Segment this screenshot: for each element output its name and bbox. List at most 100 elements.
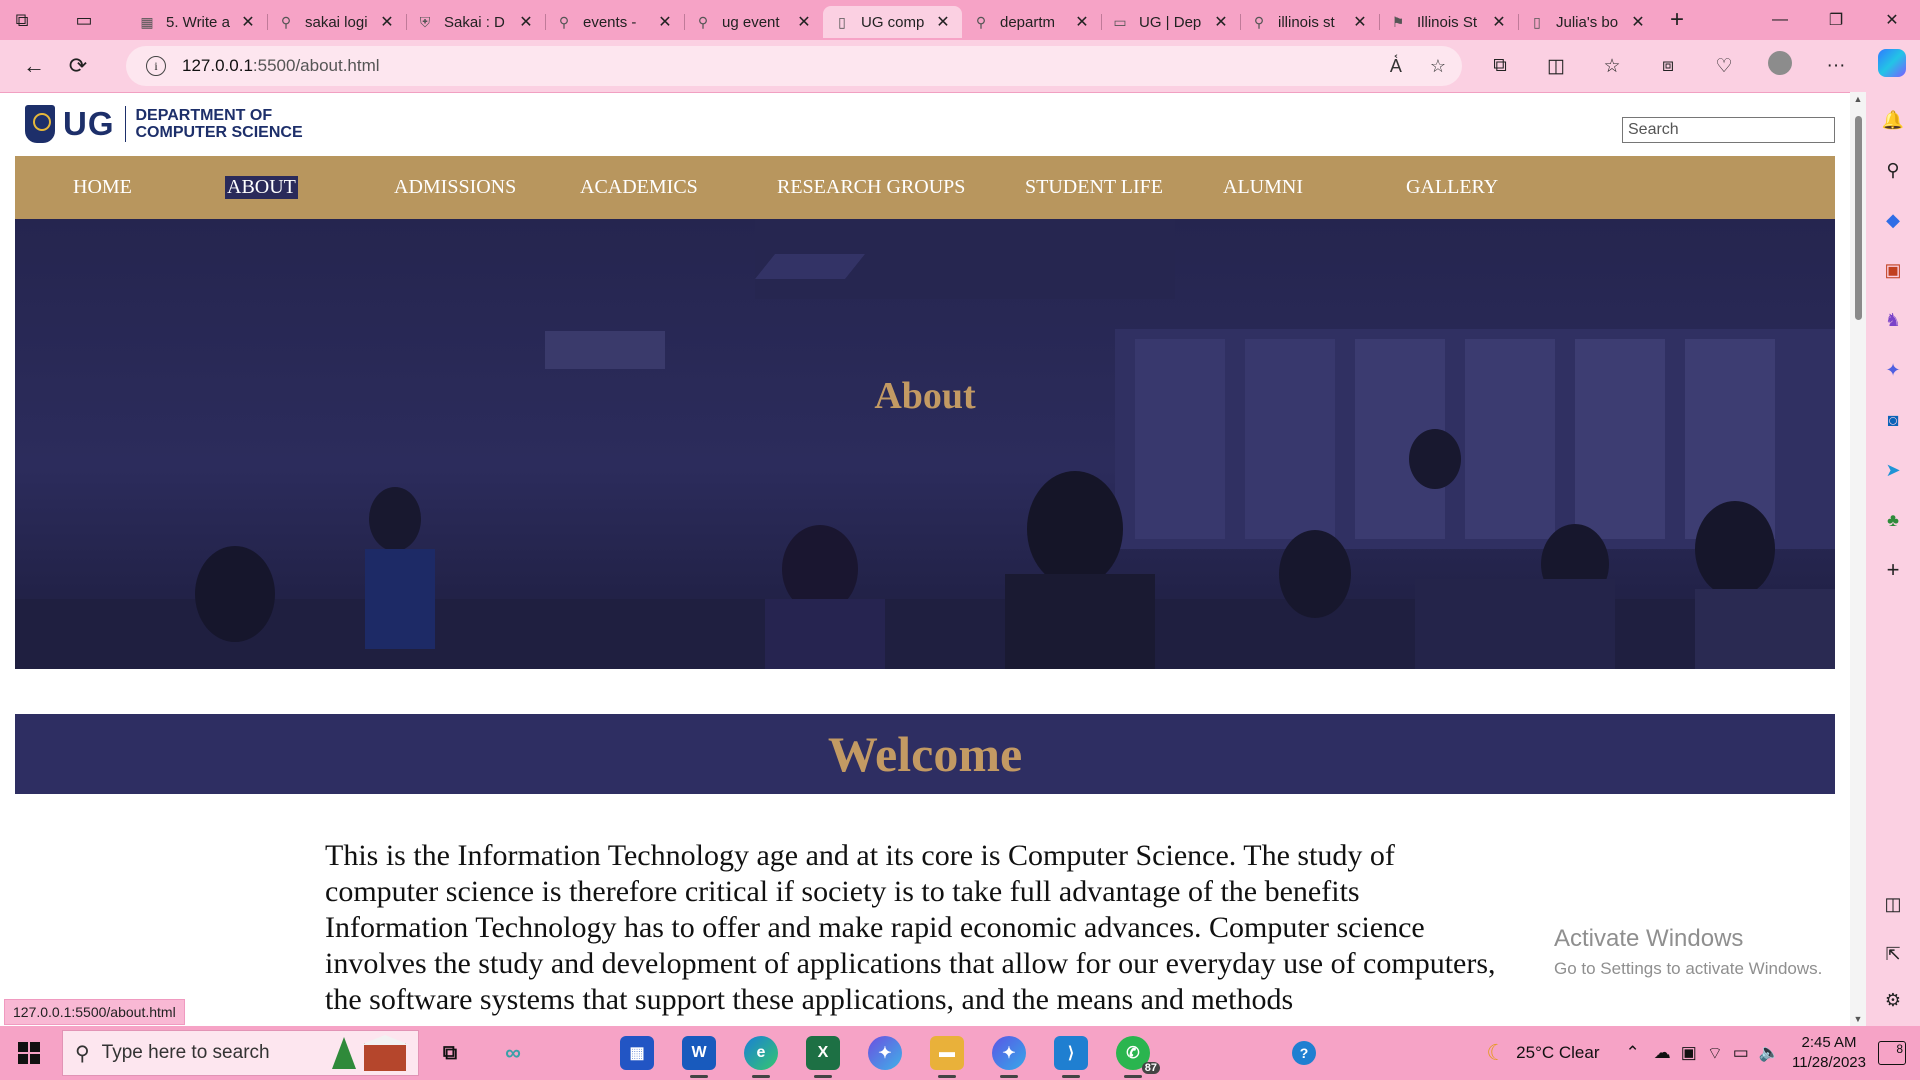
copilot-sidebar-icon[interactable]: ✦ (1881, 358, 1905, 382)
word-icon[interactable]: W (682, 1036, 716, 1078)
close-tab-icon[interactable]: ✕ (378, 12, 396, 32)
site-info-icon[interactable]: i (146, 56, 166, 76)
notification-center-icon[interactable]: 8 (1878, 1041, 1906, 1065)
battery-icon[interactable]: ▭ (1733, 1043, 1749, 1063)
browser-tab[interactable]: ⚲ events - ✕ (545, 6, 684, 38)
file-explorer-icon[interactable]: ▬ (930, 1036, 964, 1078)
volume-icon[interactable]: 🔈 (1759, 1043, 1780, 1063)
favorite-star-icon[interactable]: ☆ (1430, 56, 1446, 77)
browser-tab[interactable]: ▯ UG comp ✕ (823, 6, 962, 38)
nav-item-academics[interactable]: ACADEMICS (578, 176, 700, 199)
weather-text[interactable]: 25°C Clear (1516, 1043, 1599, 1063)
weather-moon-icon[interactable]: ☾ (1486, 1040, 1506, 1066)
workspaces-icon[interactable]: ⧉ (0, 0, 44, 40)
sidebar-settings-icon[interactable]: ⚙ (1881, 988, 1905, 1012)
games-icon[interactable]: ♞ (1881, 308, 1905, 332)
minimize-button[interactable]: — (1752, 0, 1808, 40)
browser-tab[interactable]: ⚲ sakai logi ✕ (267, 6, 406, 38)
welcome-banner: Welcome (15, 714, 1835, 794)
refresh-button[interactable]: ⟳ (56, 44, 100, 88)
close-tab-icon[interactable]: ✕ (1073, 12, 1091, 32)
profile-avatar[interactable] (1752, 51, 1808, 81)
page-scrollbar[interactable]: ▲ ▼ (1850, 92, 1866, 1026)
taskbar-search-box[interactable]: ⚲ Type here to search (62, 1030, 419, 1076)
sidebar-search-icon[interactable]: ⚲ (1881, 158, 1905, 182)
close-tab-icon[interactable]: ✕ (239, 12, 257, 32)
browser-toolbar: ← ⟳ i 127.0.0.1:5500/about.html A᷾ ☆ ⧉ ◫… (0, 40, 1920, 92)
nav-item-alumni[interactable]: ALUMNI (1221, 176, 1305, 199)
back-button[interactable]: ← (12, 44, 56, 88)
tools-briefcase-icon[interactable]: ▣ (1881, 258, 1905, 282)
extensions-icon[interactable]: ⧉ (1472, 55, 1528, 77)
split-screen-icon[interactable]: ◫ (1528, 55, 1584, 78)
device-icon[interactable]: ▣ (1681, 1043, 1697, 1063)
close-tab-icon[interactable]: ✕ (656, 12, 674, 32)
tree-icon[interactable]: ♣ (1881, 508, 1905, 532)
taskbar-search-placeholder: Type here to search (101, 1042, 270, 1063)
nav-item-admissions[interactable]: ADMISSIONS (392, 176, 518, 199)
copilot-infinity-icon[interactable]: ∞ (496, 1036, 530, 1070)
browser-tab[interactable]: ▯ Julia's bo ✕ (1518, 6, 1657, 38)
close-tab-icon[interactable]: ✕ (1351, 12, 1369, 32)
site-search-input[interactable] (1622, 117, 1835, 143)
microsoft-store-icon[interactable]: ▦ (620, 1036, 654, 1070)
add-sidebar-app-icon[interactable]: + (1881, 557, 1905, 582)
shopping-tag-icon[interactable]: ◆ (1881, 208, 1905, 232)
help-icon[interactable]: ? (1292, 1041, 1316, 1065)
vscode-icon[interactable]: ⟩ (1054, 1036, 1088, 1078)
close-tab-icon[interactable]: ✕ (795, 12, 813, 32)
close-tab-icon[interactable]: ✕ (934, 12, 952, 32)
address-bar[interactable]: i 127.0.0.1:5500/about.html A᷾ ☆ (126, 46, 1462, 86)
close-tab-icon[interactable]: ✕ (1212, 12, 1230, 32)
edge-icon[interactable]: e (744, 1036, 778, 1078)
outlook-icon[interactable]: ◙ (1881, 408, 1905, 432)
department-logo[interactable]: UG DEPARTMENT OF COMPUTER SCIENCE (25, 105, 303, 143)
onedrive-icon[interactable]: ☁ (1654, 1043, 1671, 1063)
copilot-pwa-icon[interactable]: ✦ (992, 1036, 1026, 1078)
favorites-icon[interactable]: ☆ (1584, 55, 1640, 78)
browser-tab[interactable]: ⛨ Sakai : D ✕ (406, 6, 545, 38)
performance-icon[interactable]: ♡ (1696, 55, 1752, 78)
nav-item-about[interactable]: ABOUT (225, 176, 298, 199)
nav-item-research-groups[interactable]: RESEARCH GROUPS (775, 176, 967, 199)
restore-button[interactable]: ❐ (1808, 0, 1864, 40)
browser-tab[interactable]: ▦ 5. Write a ✕ (128, 6, 267, 38)
scroll-down-arrow[interactable]: ▼ (1850, 1014, 1866, 1024)
nav-item-student-life[interactable]: STUDENT LIFE (1023, 176, 1165, 199)
taskbar-clock[interactable]: 2:45 AM 11/28/2023 (1792, 1033, 1866, 1073)
tab-actions-icon[interactable]: ▭ (62, 0, 106, 40)
send-icon[interactable]: ➤ (1881, 458, 1905, 482)
browser-tab[interactable]: ⚲ illinois st ✕ (1240, 6, 1379, 38)
browser-tab[interactable]: ⚲ departm ✕ (962, 6, 1101, 38)
task-view-icon[interactable]: ⧉ (433, 1036, 467, 1070)
mortarboard-icon: ▦ (140, 13, 154, 30)
sidebar-layout-icon[interactable]: ◫ (1881, 892, 1905, 916)
browser-tab[interactable]: ⚲ ug event ✕ (684, 6, 823, 38)
nav-item-home[interactable]: HOME (71, 176, 134, 199)
browser-tab[interactable]: ⚑ Illinois St ✕ (1379, 6, 1518, 38)
excel-icon[interactable]: X (806, 1036, 840, 1078)
read-aloud-icon[interactable]: A᷾ (1390, 56, 1402, 77)
copilot-icon[interactable] (1864, 49, 1920, 83)
close-window-button[interactable]: ✕ (1864, 0, 1920, 40)
scroll-up-arrow[interactable]: ▲ (1850, 94, 1866, 104)
settings-menu-icon[interactable]: ··· (1808, 55, 1864, 77)
tab-title: Sakai : D (444, 13, 505, 31)
close-tab-icon[interactable]: ✕ (1629, 12, 1647, 32)
windows-start-icon[interactable] (18, 1042, 40, 1064)
watermark-title: Activate Windows (1554, 925, 1744, 952)
copilot-app-icon[interactable]: ✦ (868, 1036, 902, 1070)
show-hidden-icons[interactable]: ⌃ (1626, 1043, 1640, 1063)
wifi-icon[interactable]: ⌔ (1707, 1043, 1723, 1064)
notifications-bell-icon[interactable]: 🔔 (1881, 108, 1905, 132)
close-tab-icon[interactable]: ✕ (517, 12, 535, 32)
collections-icon[interactable]: ⧈ (1640, 55, 1696, 77)
open-external-icon[interactable]: ⇱ (1881, 942, 1905, 966)
scrollbar-thumb[interactable] (1855, 116, 1862, 320)
new-tab-button[interactable]: + (1657, 6, 1697, 34)
browser-tab[interactable]: ▭ UG | Dep ✕ (1101, 6, 1240, 38)
whatsapp-icon[interactable]: ✆ 87 (1116, 1036, 1160, 1078)
nav-item-gallery[interactable]: GALLERY (1404, 176, 1500, 199)
close-tab-icon[interactable]: ✕ (1490, 12, 1508, 32)
tab-title: UG comp (861, 13, 925, 31)
